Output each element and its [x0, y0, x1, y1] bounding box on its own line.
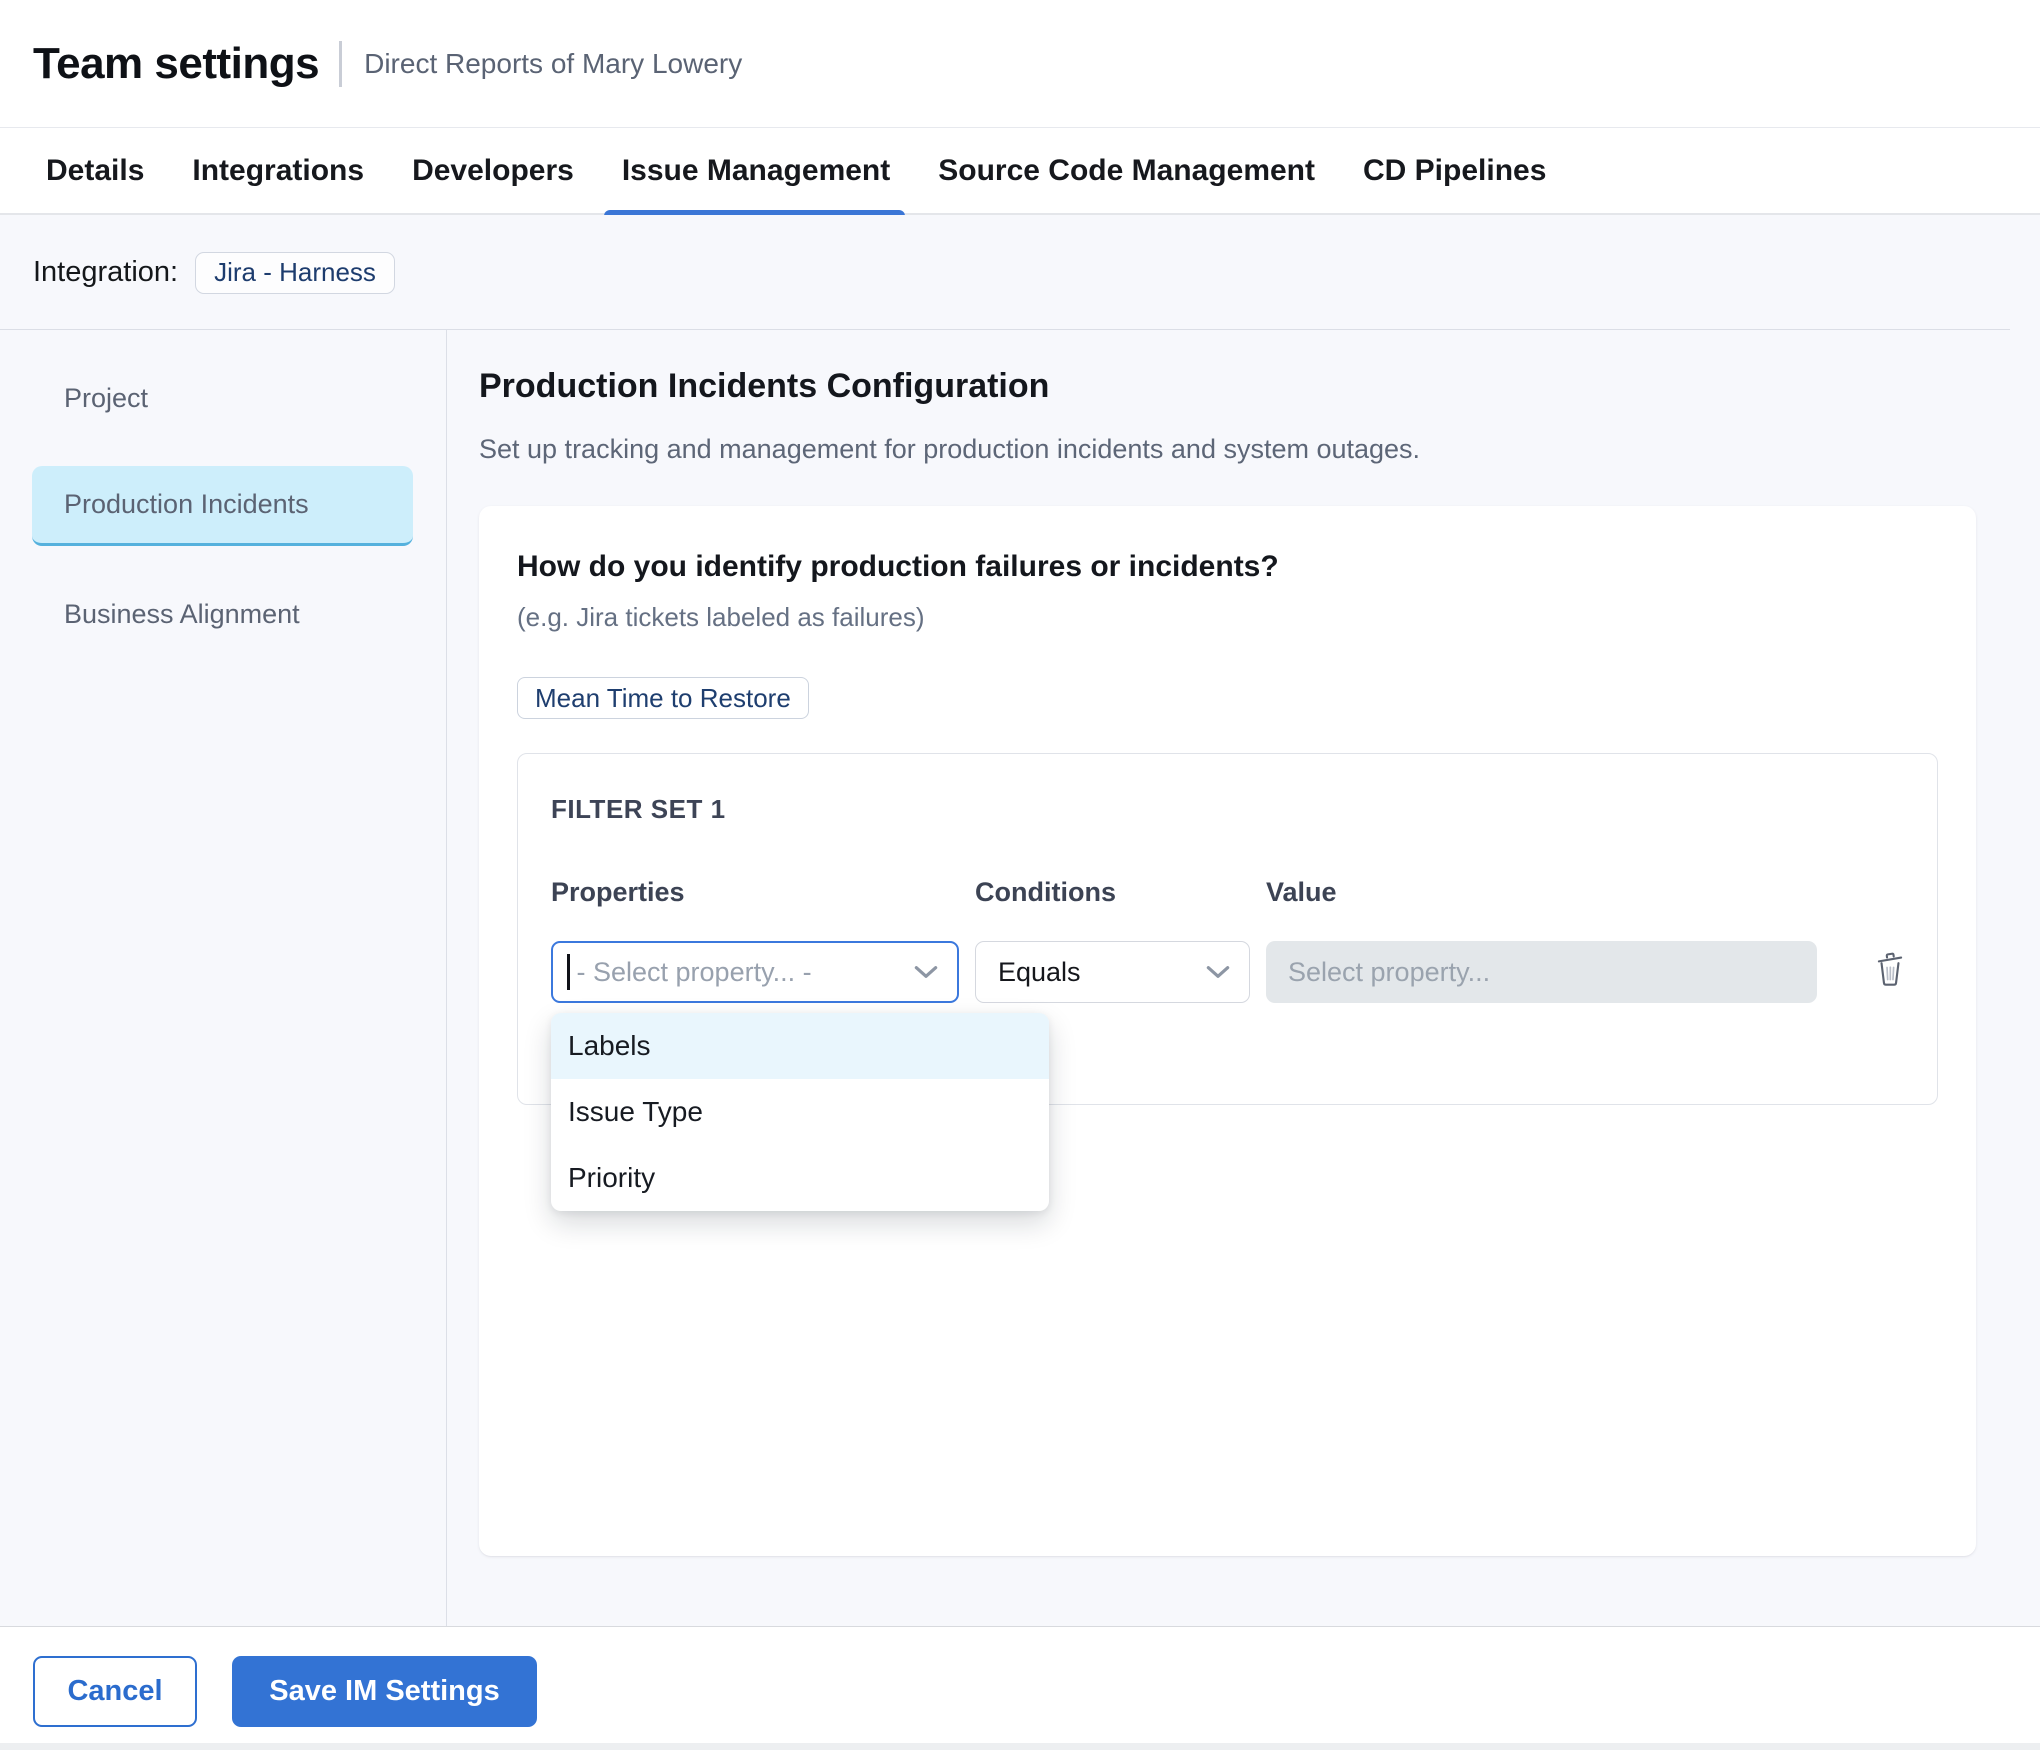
question-heading: How do you identify production failures …: [517, 550, 1938, 584]
integration-label: Integration:: [33, 256, 178, 289]
action-footer: Cancel Save IM Settings: [0, 1626, 2040, 1750]
conditions-column-header: Conditions: [975, 877, 1250, 908]
question-hint: (e.g. Jira tickets labeled as failures): [517, 602, 1938, 633]
tab-bar: Details Integrations Developers Issue Ma…: [0, 128, 2040, 215]
filter-grid: Properties Conditions Value - Select pro…: [551, 877, 1904, 1003]
property-dropdown-menu: Labels Issue Type Priority: [551, 1013, 1049, 1211]
property-select[interactable]: - Select property... -: [551, 941, 959, 1003]
value-input[interactable]: [1266, 941, 1817, 1003]
integration-chip[interactable]: Jira - Harness: [195, 252, 395, 294]
save-im-settings-button[interactable]: Save IM Settings: [232, 1656, 537, 1727]
header-spacer: [1833, 877, 1906, 941]
trash-icon: [1874, 975, 1906, 990]
incidents-config-card: How do you identify production failures …: [479, 506, 1976, 1556]
main-panel: Production Incidents Configuration Set u…: [447, 330, 2040, 1626]
sidebar-item-project[interactable]: Project: [0, 358, 446, 438]
tab-developers[interactable]: Developers: [412, 128, 574, 213]
value-column-header: Value: [1266, 877, 1817, 908]
properties-column-header: Properties: [551, 877, 959, 908]
property-combo-wrap: - Select property... - Labels Issue Type…: [551, 941, 959, 1003]
integration-band: Integration: Jira - Harness: [0, 215, 2040, 330]
condition-select-value: Equals: [998, 957, 1081, 988]
dropdown-option-issue-type[interactable]: Issue Type: [551, 1079, 1049, 1145]
tab-issue-management[interactable]: Issue Management: [622, 128, 890, 213]
chevron-down-icon: [1205, 965, 1231, 980]
tab-details[interactable]: Details: [46, 128, 144, 213]
sidebar-item-production-incidents[interactable]: Production Incidents: [32, 466, 413, 546]
settings-sidebar: Project Production Incidents Business Al…: [0, 330, 447, 1626]
section-title: Production Incidents Configuration: [479, 366, 2040, 406]
filter-set-box: FILTER SET 1 Properties Conditions Value…: [517, 753, 1938, 1105]
page-header: Team settings Direct Reports of Mary Low…: [0, 0, 2040, 128]
team-settings-page: Team settings Direct Reports of Mary Low…: [0, 0, 2040, 1750]
tab-cd-pipelines[interactable]: CD Pipelines: [1363, 128, 1546, 213]
title-divider: [339, 41, 342, 87]
tab-integrations[interactable]: Integrations: [192, 128, 364, 213]
condition-select[interactable]: Equals: [975, 941, 1250, 1003]
content-region: Project Production Incidents Business Al…: [0, 330, 2040, 1626]
mean-time-to-restore-chip[interactable]: Mean Time to Restore: [517, 677, 809, 719]
page-title: Team settings: [33, 39, 319, 89]
page-subtitle: Direct Reports of Mary Lowery: [364, 48, 742, 80]
text-cursor: [567, 954, 570, 990]
filter-set-title: FILTER SET 1: [551, 794, 1904, 825]
cancel-button[interactable]: Cancel: [33, 1656, 197, 1727]
section-subtitle: Set up tracking and management for produ…: [479, 432, 2040, 466]
chevron-down-icon: [913, 965, 939, 980]
dropdown-option-priority[interactable]: Priority: [551, 1145, 1049, 1211]
property-select-placeholder: - Select property... -: [577, 957, 812, 988]
delete-filter-button[interactable]: [1874, 951, 1906, 987]
tab-source-code-management[interactable]: Source Code Management: [938, 128, 1315, 213]
sidebar-item-business-alignment[interactable]: Business Alignment: [0, 574, 446, 654]
dropdown-option-labels[interactable]: Labels: [551, 1013, 1049, 1079]
